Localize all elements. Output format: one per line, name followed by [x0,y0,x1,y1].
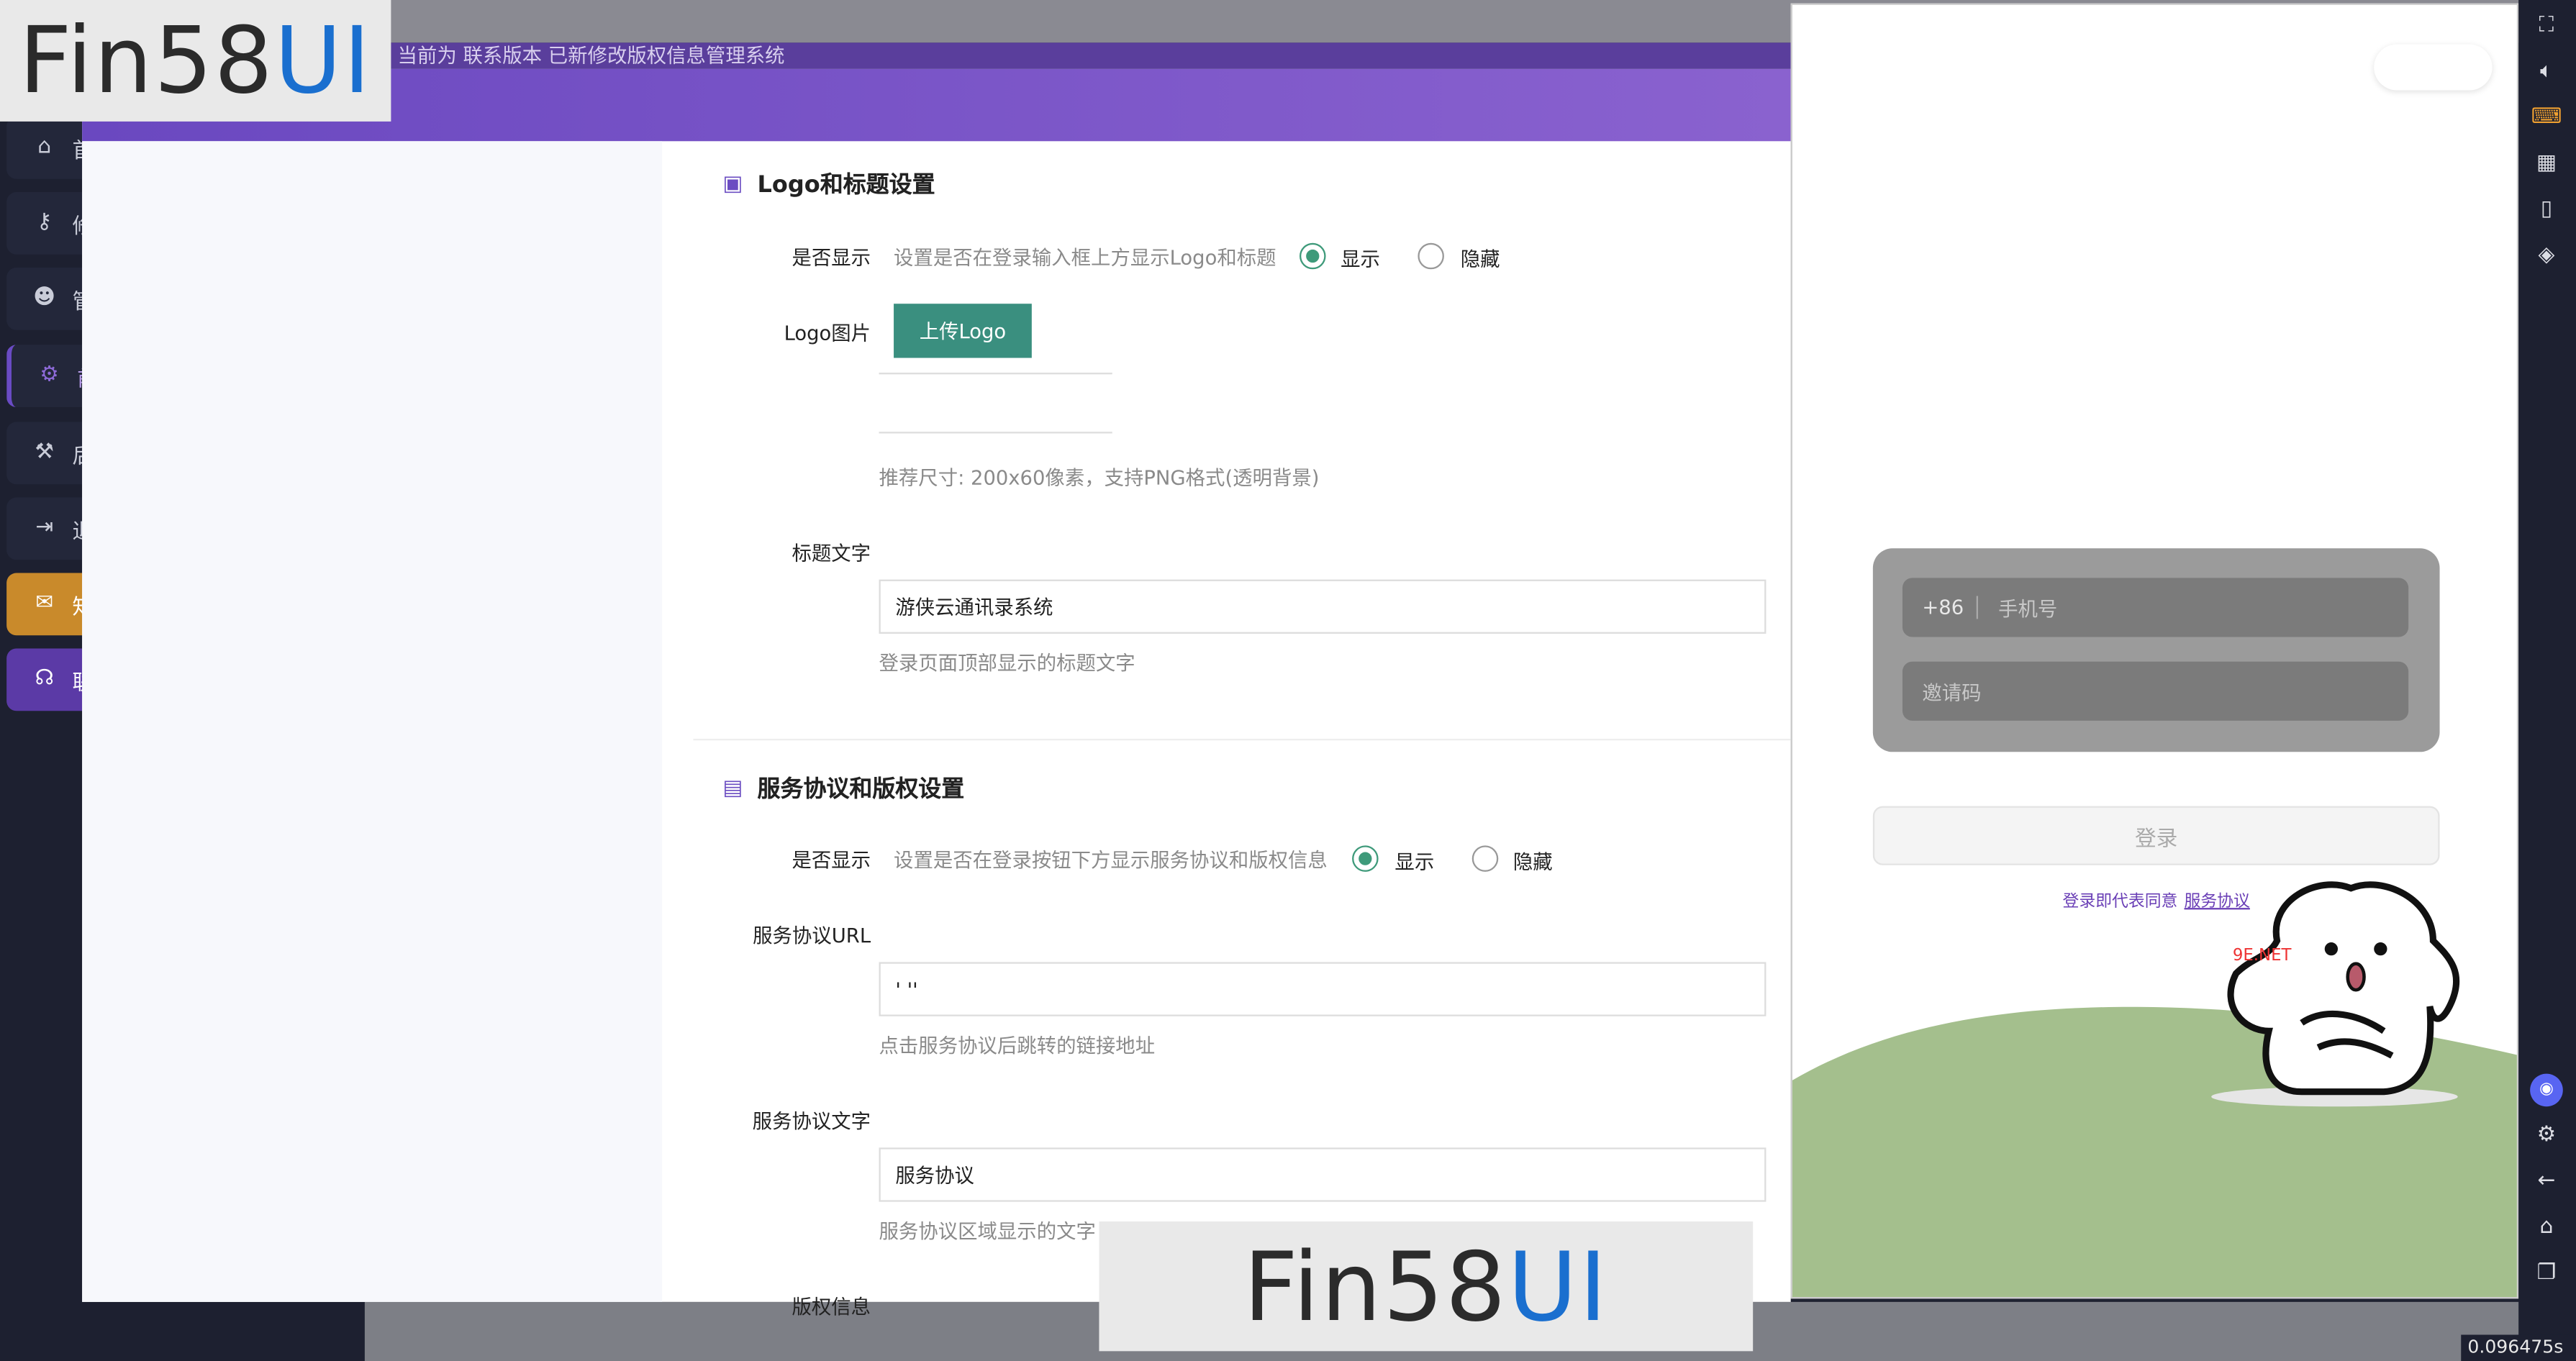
sticker-text: 9E.NET [2233,946,2292,965]
settings-modal: ▣ Logo和标题设置 是否显示 设置是否在登录输入框上方显示Logo和标题 显… [82,68,1791,1319]
discord-icon[interactable]: ◉ [2530,1073,2563,1107]
country-code[interactable]: +86 [1902,596,1979,619]
agreement-text: 登录即代表同意 [2062,893,2178,911]
radio-hide-label: 隐藏 [1460,247,1500,271]
radio-show-2[interactable] [1352,845,1379,872]
show2-hint: 设置是否在登录按钮下方显示服务协议和版权信息 [894,848,1328,872]
show2-label: 是否显示 [792,848,871,872]
url-label: 服务协议URL [753,924,871,947]
radio-hide[interactable] [1418,242,1444,270]
watermark-bottom: Fin58 UI [1099,1221,1754,1352]
document-icon: ▤ [722,775,743,801]
home-icon: ⌂ [37,135,52,160]
top-notice-strip: 当前为 联系版本 已新修改版权信息管理系统 [364,42,1827,69]
phone-input[interactable]: +86 手机号 [1902,578,2409,637]
url-hint: 点击服务协议后跳转的链接地址 [879,1034,1156,1057]
home-icon[interactable]: ⌂ [2530,1211,2563,1244]
keyboard-icon[interactable]: ⌨ [2530,102,2563,135]
watermark-text: Fin58 [19,7,275,114]
radio-show-label: 显示 [1341,247,1380,271]
section-divider [693,739,1791,741]
headset-icon: ☊ [35,666,54,691]
modal-left-panel [82,141,663,1302]
radio-show-2-label: 显示 [1394,850,1435,874]
logo-label: Logo图片 [784,322,871,345]
section-agreement-title: ▤ 服务协议和版权设置 [721,772,964,805]
radio-hide-2-label: 隐藏 [1513,850,1553,874]
emulator-toolbar: ⛶ 🔈︎ ⌨ ▦ ▯ ◈ ◉ ⚙ ← ⌂ ❐ [2518,0,2576,1361]
apk-icon[interactable]: ▦ [2530,147,2563,181]
section-title-text: Logo和标题设置 [757,172,935,199]
users-icon: ☻ [33,286,56,311]
logo-hint: 推荐尺寸: 200x60像素，支持PNG格式(透明背景) [879,466,1320,490]
logo-preview-bottom-line [879,432,1112,434]
wrench-icon: ⚒ [35,440,54,465]
section-logo-title: ▣ Logo和标题设置 [721,168,935,201]
rotate-icon[interactable]: ▯ [2530,194,2563,227]
section-title-text: 服务协议和版权设置 [757,776,965,804]
logo-preview-top-line [879,373,1112,375]
logout-icon: ⇥ [35,515,54,540]
invite-code-placeholder: 邀请码 [1922,680,1982,704]
gear-icon: ⚙ [40,363,59,388]
watermark-text-accent: UI [274,7,373,114]
dog-sticker-icon: 9E.NET [2211,881,2460,1107]
preview-pill-button[interactable] [2374,44,2493,91]
copyright-label: 版权信息 [792,1295,871,1319]
login-card: +86 手机号 邀请码 [1872,548,2440,752]
volume-icon[interactable]: 🔈︎ [2530,56,2563,89]
layers-icon[interactable]: ◈ [2530,240,2563,273]
login-button[interactable]: 登录 [1872,806,2440,865]
agreement-input[interactable]: 服务协议 [879,1147,1767,1202]
title-input[interactable]: 游侠云通讯录系统 [879,579,1767,634]
watermark-top-left: Fin58 UI [0,0,391,122]
recent-apps-icon[interactable]: ❐ [2530,1257,2563,1291]
title-label: 标题文字 [792,542,871,565]
url-input[interactable]: ' '' [879,962,1767,1016]
login-preview: +86 手机号 邀请码 登录 登录即代表同意 服务协议 9E.NET [1790,3,2519,1299]
radio-hide-2[interactable] [1471,845,1499,872]
show-label: 是否显示 [792,246,871,270]
back-icon[interactable]: ← [2530,1165,2563,1198]
chat-icon: ✉ [35,591,54,616]
phone-placeholder: 手机号 [1998,596,2058,620]
agreement-hint: 服务协议区域显示的文字 [879,1219,1096,1243]
upload-logo-button[interactable]: 上传Logo [894,304,1032,358]
show-hint: 设置是否在登录输入框上方显示Logo和标题 [894,246,1276,270]
image-icon: ▣ [722,171,743,196]
radio-show[interactable] [1300,242,1326,270]
settings-icon[interactable]: ⚙ [2530,1120,2563,1153]
agreement-label: 服务协议文字 [752,1109,871,1133]
fullscreen-icon[interactable]: ⛶ [2530,10,2563,43]
watermark-text-accent: UI [1507,1230,1609,1342]
title-hint: 登录页面顶部显示的标题文字 [879,652,1135,675]
invite-code-input[interactable]: 邀请码 [1902,661,2409,721]
watermark-text: Fin58 [1243,1230,1508,1342]
timer-readout: 0.096475s [2461,1334,2576,1361]
key-icon: ⚷ [36,210,53,235]
